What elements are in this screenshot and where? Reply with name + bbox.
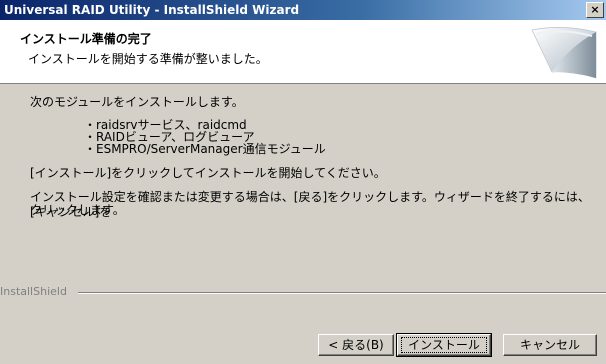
title-bar[interactable]: Universal RAID Utility - InstallShield W… bbox=[0, 0, 606, 20]
installshield-brand: InstallShield bbox=[0, 285, 73, 298]
page-title: インストール準備の完了 bbox=[20, 32, 152, 46]
wizard-logo-icon bbox=[531, 27, 597, 79]
close-icon: × bbox=[590, 3, 600, 16]
back-button[interactable]: < 戻る(B) bbox=[318, 334, 394, 356]
page-subtitle: インストールを開始する準備が整いました。 bbox=[28, 52, 268, 66]
cancel-button[interactable]: キャンセル bbox=[503, 334, 597, 356]
intro-text: 次のモジュールをインストールします。 bbox=[30, 95, 244, 109]
install-button-label: インストール bbox=[401, 337, 487, 353]
divider bbox=[78, 292, 606, 294]
brand-separator: InstallShield bbox=[0, 285, 606, 299]
installer-window: Universal RAID Utility - InstallShield W… bbox=[0, 0, 606, 364]
instruction-text: [インストール]をクリックしてインストールを開始してください。 bbox=[30, 166, 386, 180]
note-text-line2: クリックします。 bbox=[30, 203, 125, 217]
back-button-label: < 戻る(B) bbox=[328, 338, 384, 352]
install-button[interactable]: インストール bbox=[396, 333, 492, 357]
cancel-button-label: キャンセル bbox=[519, 338, 580, 352]
window-title: Universal RAID Utility - InstallShield W… bbox=[4, 3, 300, 17]
close-button[interactable]: × bbox=[586, 2, 604, 18]
module-item: ・ESMPRO/ServerManager通信モジュール bbox=[84, 142, 326, 156]
wizard-header: インストール準備の完了 インストールを開始する準備が整いました。 bbox=[0, 20, 606, 84]
